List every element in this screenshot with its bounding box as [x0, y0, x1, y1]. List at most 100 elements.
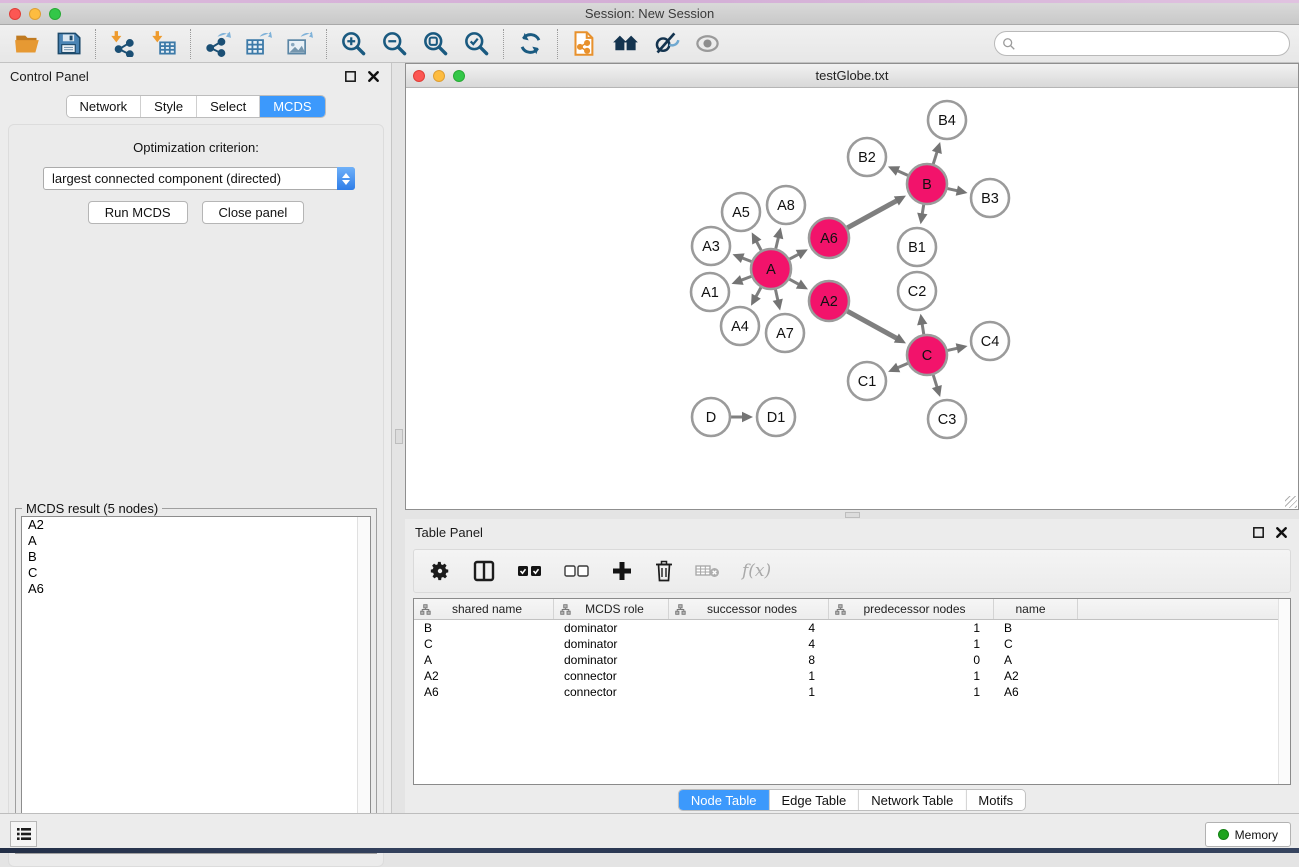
import-network-icon[interactable] [109, 30, 136, 57]
node-table[interactable]: shared nameMCDS role successor nodesprede… [413, 598, 1291, 785]
table-cell[interactable]: dominator [554, 620, 669, 636]
select-all-checkboxes-icon[interactable] [517, 559, 543, 583]
table-cell[interactable]: 1 [669, 668, 829, 684]
table-cell[interactable]: C [414, 636, 554, 652]
graph-edge-A6-B[interactable] [847, 200, 898, 228]
export-network-icon[interactable] [204, 30, 231, 57]
hide-glasses-icon[interactable] [653, 30, 680, 57]
mcds-result-item[interactable]: B [22, 549, 370, 565]
delete-column-icon[interactable] [654, 559, 674, 583]
export-image-icon[interactable] [286, 30, 313, 57]
table-cell[interactable]: 8 [669, 652, 829, 668]
table-row[interactable]: A2connector11A2 [414, 668, 1290, 684]
edge-arrowhead [956, 343, 968, 353]
mcds-result-item[interactable]: A6 [22, 581, 370, 597]
tab-select[interactable]: Select [197, 96, 260, 117]
column-header-shared-name[interactable]: shared name [414, 599, 554, 619]
tab-edge-table[interactable]: Edge Table [769, 790, 859, 810]
edge-arrowhead [956, 186, 968, 196]
gear-icon[interactable] [429, 559, 451, 583]
tab-network-table[interactable]: Network Table [859, 790, 966, 810]
tab-motifs[interactable]: Motifs [966, 790, 1025, 810]
close-panel-icon[interactable] [366, 69, 381, 84]
table-cell[interactable]: B [414, 620, 554, 636]
search-field[interactable] [994, 31, 1290, 56]
table-cell[interactable]: C [994, 636, 1078, 652]
mcds-result-item[interactable]: A2 [22, 517, 370, 533]
mcds-result-item[interactable]: A [22, 533, 370, 549]
network-window-titlebar[interactable]: testGlobe.txt [406, 64, 1298, 88]
zoom-out-icon[interactable] [381, 30, 408, 57]
column-header-predecessor-nodes[interactable]: predecessor nodes [829, 599, 994, 619]
home-icon[interactable] [612, 30, 639, 57]
table-cell[interactable]: connector [554, 668, 669, 684]
tab-node-table[interactable]: Node Table [679, 790, 770, 810]
zoom-fit-icon[interactable] [422, 30, 449, 57]
close-panel-button[interactable]: Close panel [202, 201, 305, 224]
network-canvas[interactable]: B4B2BB3A5A8A6A3B1AA1C2A2A4A7C4CC1C3DD1 [406, 88, 1298, 509]
table-row[interactable]: A6connector11A6 [414, 684, 1290, 700]
close-table-panel-icon[interactable] [1274, 525, 1289, 540]
float-table-panel-icon[interactable] [1251, 525, 1266, 540]
graph-edge-A2-C[interactable] [847, 311, 898, 339]
table-cell[interactable]: A6 [414, 684, 554, 700]
task-history-button[interactable] [10, 821, 37, 847]
table-cell[interactable]: 1 [669, 684, 829, 700]
save-session-icon[interactable] [55, 30, 82, 57]
new-network-from-selection-icon[interactable] [571, 30, 598, 57]
column-header-name[interactable]: name [994, 599, 1078, 619]
split-columns-icon[interactable] [472, 559, 496, 583]
table-scrollbar[interactable] [1278, 599, 1290, 784]
column-header-MCDS-role[interactable]: MCDS role [554, 599, 669, 619]
table-cell[interactable]: 4 [669, 636, 829, 652]
graph-edge-C-C3[interactable] [933, 375, 937, 388]
import-table-icon[interactable] [150, 30, 177, 57]
window-resize-grip[interactable] [1285, 496, 1297, 508]
refresh-layout-icon[interactable] [517, 30, 544, 57]
mcds-result-list[interactable]: A2ABCA6 [21, 516, 371, 848]
table-cell[interactable]: A2 [994, 668, 1078, 684]
table-cell[interactable]: dominator [554, 652, 669, 668]
column-label: shared name [431, 602, 553, 616]
horizontal-splitter-handle[interactable] [845, 512, 860, 518]
delete-table-icon[interactable] [695, 559, 721, 583]
table-cell[interactable]: A [994, 652, 1078, 668]
tab-network[interactable]: Network [66, 96, 141, 117]
open-session-icon[interactable] [14, 30, 41, 57]
mcds-result-item[interactable]: C [22, 565, 370, 581]
table-row[interactable]: Cdominator41C [414, 636, 1290, 652]
function-builder-icon[interactable]: f(x) [742, 559, 771, 583]
table-cell[interactable]: 4 [669, 620, 829, 636]
table-cell[interactable]: connector [554, 684, 669, 700]
zoom-in-icon[interactable] [340, 30, 367, 57]
tab-style[interactable]: Style [141, 96, 197, 117]
table-cell[interactable]: A6 [994, 684, 1078, 700]
optimization-criterion-select[interactable]: largest connected component (directed) [43, 167, 355, 190]
tab-mcds[interactable]: MCDS [260, 96, 324, 117]
table-cell[interactable]: A [414, 652, 554, 668]
float-panel-icon[interactable] [343, 69, 358, 84]
table-cell[interactable]: 1 [829, 684, 994, 700]
export-table-icon[interactable] [245, 30, 272, 57]
zoom-selected-icon[interactable] [463, 30, 490, 57]
table-cell[interactable]: 0 [829, 652, 994, 668]
search-input[interactable] [1016, 34, 1289, 54]
column-label: successor nodes [686, 602, 828, 616]
table-cell[interactable]: B [994, 620, 1078, 636]
deselect-all-checkboxes-icon[interactable] [564, 559, 590, 583]
run-mcds-button[interactable]: Run MCDS [88, 201, 188, 224]
table-cell[interactable]: dominator [554, 636, 669, 652]
table-cell[interactable]: 1 [829, 668, 994, 684]
vertical-splitter-handle[interactable] [395, 429, 403, 444]
table-cell[interactable]: 1 [829, 636, 994, 652]
add-column-icon[interactable] [611, 559, 633, 583]
memory-button[interactable]: Memory [1205, 822, 1291, 847]
show-eye-icon[interactable] [694, 30, 721, 57]
table-cell[interactable]: 1 [829, 620, 994, 636]
result-list-scrollbar[interactable] [357, 517, 370, 847]
column-header-successor-nodes[interactable]: successor nodes [669, 599, 829, 619]
table-row[interactable]: Bdominator41B [414, 620, 1290, 636]
table-cell[interactable]: A2 [414, 668, 554, 684]
graph-edge-B-B4[interactable] [933, 151, 937, 164]
table-row[interactable]: Adominator80A [414, 652, 1290, 668]
